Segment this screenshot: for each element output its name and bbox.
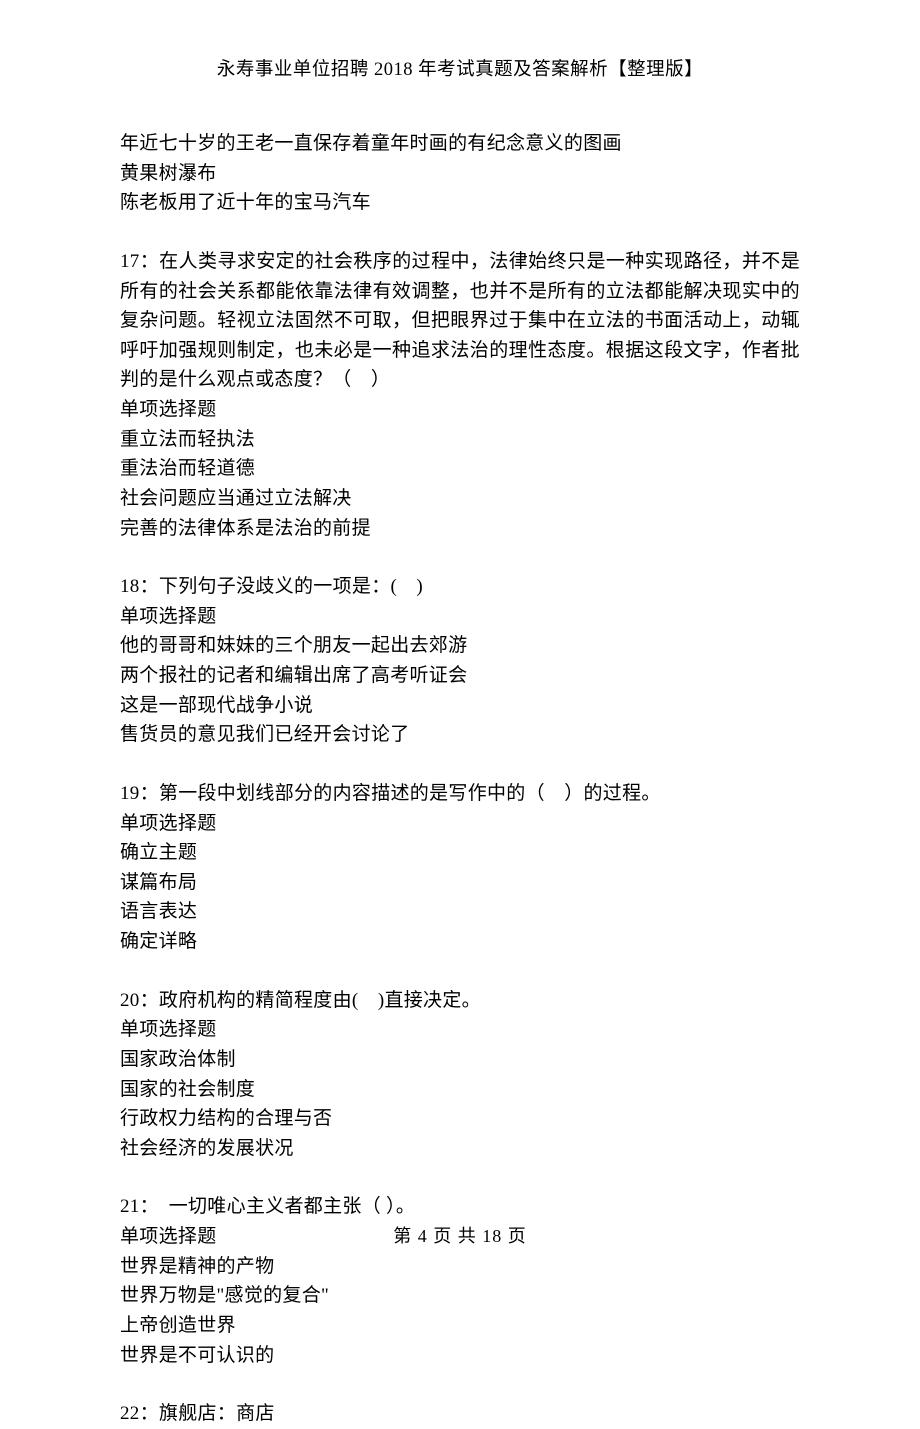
option-text: 社会问题应当通过立法解决 <box>120 484 800 514</box>
question-18: 18：下列句子没歧义的一项是：( ) 单项选择题 他的哥哥和妹妹的三个朋友一起出… <box>120 572 800 750</box>
question-21: 21： 一切唯心主义者都主张（ ）。 单项选择题 世界是精神的产物 世界万物是"… <box>120 1192 800 1370</box>
question-type: 单项选择题 <box>120 809 800 839</box>
option-text: 黄果树瀑布 <box>120 159 800 189</box>
option-text: 这是一部现代战争小说 <box>120 691 800 721</box>
option-text: 年近七十岁的王老一直保存着童年时画的有纪念意义的图画 <box>120 129 800 159</box>
option-text: 重法治而轻道德 <box>120 454 800 484</box>
option-text: 陈老板用了近十年的宝马汽车 <box>120 188 800 218</box>
option-text: 行政权力结构的合理与否 <box>120 1104 800 1134</box>
option-text: 社会经济的发展状况 <box>120 1134 800 1164</box>
option-text: 他的哥哥和妹妹的三个朋友一起出去郊游 <box>120 631 800 661</box>
option-text: 确定详略 <box>120 927 800 957</box>
question-16-tail: 年近七十岁的王老一直保存着童年时画的有纪念意义的图画 黄果树瀑布 陈老板用了近十… <box>120 129 800 218</box>
option-text: 国家的社会制度 <box>120 1075 800 1105</box>
option-text: 重立法而轻执法 <box>120 425 800 455</box>
page-footer: 第 4 页 共 18 页 <box>0 1222 920 1248</box>
option-text: 售货员的意见我们已经开会讨论了 <box>120 720 800 750</box>
option-text: 完善的法律体系是法治的前提 <box>120 514 800 544</box>
question-stem: 19：第一段中划线部分的内容描述的是写作中的（ ）的过程。 <box>120 779 800 809</box>
option-text: 两个报社的记者和编辑出席了高考听证会 <box>120 661 800 691</box>
option-text: 确立主题 <box>120 838 800 868</box>
page-container: 永寿事业单位招聘 2018 年考试真题及答案解析【整理版】 年近七十岁的王老一直… <box>0 0 920 1302</box>
question-19: 19：第一段中划线部分的内容描述的是写作中的（ ）的过程。 单项选择题 确立主题… <box>120 779 800 957</box>
page-header: 永寿事业单位招聘 2018 年考试真题及答案解析【整理版】 <box>120 55 800 81</box>
question-stem: 20：政府机构的精简程度由( )直接决定。 <box>120 986 800 1016</box>
question-stem: 17：在人类寻求安定的社会秩序的过程中，法律始终只是一种实现路径，并不是所有的社… <box>120 247 800 395</box>
question-stem: 22：旗舰店：商店 <box>120 1399 800 1429</box>
question-22: 22：旗舰店：商店 <box>120 1399 800 1429</box>
option-text: 上帝创造世界 <box>120 1311 800 1341</box>
question-type: 单项选择题 <box>120 1015 800 1045</box>
option-text: 国家政治体制 <box>120 1045 800 1075</box>
option-text: 语言表达 <box>120 897 800 927</box>
question-type: 单项选择题 <box>120 395 800 425</box>
question-stem: 18：下列句子没歧义的一项是：( ) <box>120 572 800 602</box>
question-17: 17：在人类寻求安定的社会秩序的过程中，法律始终只是一种实现路径，并不是所有的社… <box>120 247 800 543</box>
question-20: 20：政府机构的精简程度由( )直接决定。 单项选择题 国家政治体制 国家的社会… <box>120 986 800 1164</box>
option-text: 世界是不可认识的 <box>120 1341 800 1371</box>
question-stem: 21： 一切唯心主义者都主张（ ）。 <box>120 1192 800 1222</box>
option-text: 世界是精神的产物 <box>120 1252 800 1282</box>
option-text: 谋篇布局 <box>120 868 800 898</box>
option-text: 世界万物是"感觉的复合" <box>120 1281 800 1311</box>
question-type: 单项选择题 <box>120 602 800 632</box>
